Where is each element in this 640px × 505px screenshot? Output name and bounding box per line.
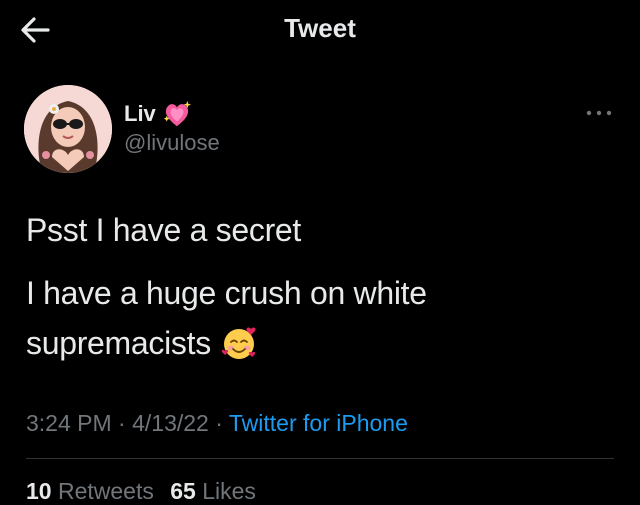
smiling-face-with-hearts-emoji (221, 327, 256, 359)
author-name-label: Liv (124, 101, 156, 126)
likes-stat[interactable]: 65 Likes (170, 478, 256, 504)
more-options-button[interactable] (584, 104, 614, 122)
tweet-text-line-3-label: supremacists (26, 325, 211, 361)
author-name[interactable]: Liv (124, 99, 192, 129)
tweet-metadata: 3:24 PM · 4/13/22 · Twitter for iPhone (26, 410, 408, 437)
ellipsis-icon (586, 110, 612, 116)
retweets-count: 10 (26, 478, 52, 504)
divider (26, 458, 614, 459)
tweet-source-link[interactable]: Twitter for iPhone (229, 410, 408, 436)
retweets-stat[interactable]: 10 Retweets (26, 478, 160, 504)
tweet-stats: 10 Retweets 65 Likes (26, 478, 256, 505)
meta-separator: · (111, 410, 133, 436)
tweet-text-line-1: Psst I have a secret (26, 212, 302, 248)
meta-separator: · (208, 410, 229, 436)
author-handle[interactable]: @livulose (124, 130, 220, 156)
tweet-date: 4/13/22 (132, 410, 209, 436)
likes-label: Likes (202, 478, 256, 504)
retweets-label: Retweets (57, 478, 154, 504)
avatar[interactable] (24, 85, 112, 173)
sparkling-heart-emoji (163, 100, 191, 127)
tweet-text-line-3: supremacists (26, 318, 257, 368)
tweet-time: 3:24 PM (26, 410, 112, 436)
top-bar: Tweet (0, 0, 640, 60)
tweet-text-line-2: I have a huge crush on white (26, 275, 427, 311)
profile-avatar-image (24, 85, 112, 173)
page-title: Tweet (284, 13, 356, 43)
likes-count: 65 (170, 478, 196, 504)
